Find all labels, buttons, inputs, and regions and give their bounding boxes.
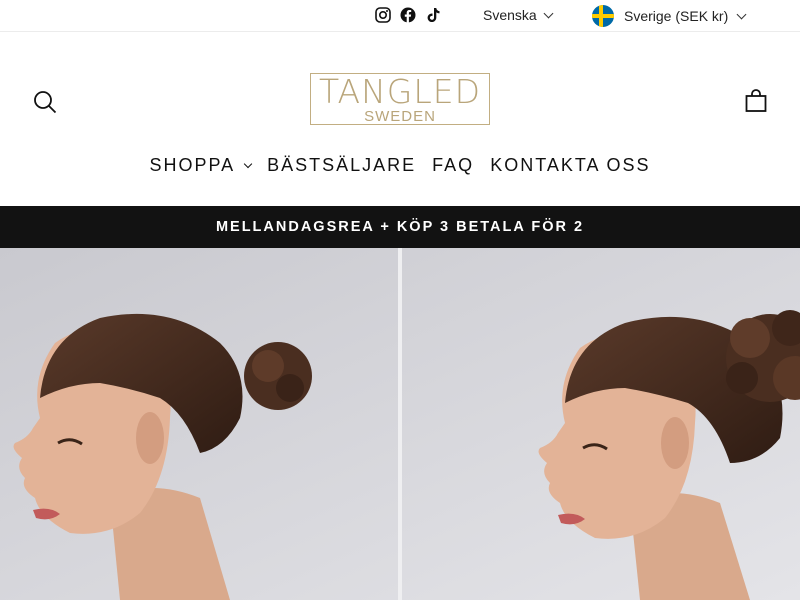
social-links [374, 6, 441, 23]
nav-item-contact[interactable]: KONTAKTA OSS [490, 155, 650, 176]
language-selector[interactable]: Svenska [483, 7, 554, 23]
cart-icon[interactable] [744, 89, 768, 113]
nav-item-bestsellers[interactable]: BÄSTSÄLJARE [267, 155, 416, 176]
chevron-down-icon [543, 8, 554, 18]
announcement-text: MELLANDAGSREA + KÖP 3 BETALA FÖR 2 [215, 219, 585, 235]
nav-item-label: FAQ [432, 155, 475, 175]
top-utility-bar: Svenska Sverige (SEK kr) [0, 0, 800, 32]
nav-item-label: SHOPPA [149, 155, 236, 175]
logo-text-main: TANGLED [318, 72, 482, 111]
country-label: Sverige (SEK kr) [624, 8, 729, 24]
chevron-down-icon [736, 9, 747, 19]
nav-item-label: BÄSTSÄLJARE [267, 155, 417, 175]
search-icon[interactable] [33, 90, 57, 114]
language-label: Svenska [483, 7, 537, 23]
hero-image[interactable] [0, 248, 800, 600]
nav-item-shoppa[interactable]: SHOPPA [149, 155, 253, 176]
facebook-icon[interactable] [399, 6, 416, 23]
logo-text-sub: SWEDEN [364, 108, 436, 125]
hero-illustration [0, 248, 800, 600]
chevron-down-icon [243, 159, 253, 168]
country-selector[interactable]: Sverige (SEK kr) [592, 5, 747, 27]
site-logo[interactable]: TANGLED SWEDEN [310, 73, 490, 125]
nav-item-faq[interactable]: FAQ [432, 155, 474, 176]
announcement-bar[interactable]: MELLANDAGSREA + KÖP 3 BETALA FÖR 2 [0, 206, 800, 248]
main-navigation: SHOPPA BÄSTSÄLJARE FAQ KONTAKTA OSS [0, 155, 800, 176]
sweden-flag-icon [592, 5, 614, 27]
instagram-icon[interactable] [374, 6, 391, 23]
nav-item-label: KONTAKTA OSS [490, 155, 651, 175]
tiktok-icon[interactable] [424, 6, 441, 23]
